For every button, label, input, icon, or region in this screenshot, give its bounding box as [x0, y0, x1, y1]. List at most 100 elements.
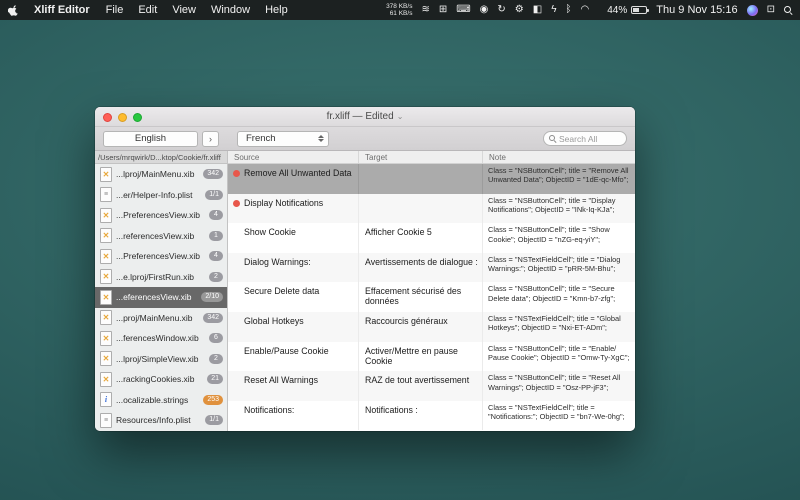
sidebar-file-item[interactable]: i ...ocalizable.strings 253	[95, 390, 227, 411]
search-input[interactable]	[559, 134, 621, 144]
file-path-bar[interactable]: /Users/mrqwirk/D...ktop/Cookie/fr.xliff	[95, 151, 227, 164]
target-cell[interactable]: Avertissements de dialogue :	[359, 253, 483, 283]
target-language-popup[interactable]: French	[237, 131, 329, 147]
source-cell[interactable]: Display Notifications	[228, 194, 359, 224]
table-row[interactable]: Dialog Warnings: Avertissements de dialo…	[228, 253, 635, 283]
user-icon[interactable]: ◉	[480, 4, 489, 15]
spotlight-search-icon[interactable]	[784, 6, 792, 14]
menu-help[interactable]: Help	[265, 4, 288, 16]
file-count-badge: 342	[203, 313, 223, 323]
file-type-icon: ✕	[100, 269, 112, 284]
box-icon[interactable]: ◧	[533, 4, 542, 15]
source-language-button[interactable]: English	[103, 131, 198, 147]
table-row[interactable]: Display Notifications Class = "NSButtonC…	[228, 194, 635, 224]
file-label: ...PreferencesView.xib	[116, 251, 205, 261]
apple-menu-icon[interactable]	[8, 4, 20, 17]
activity-icon[interactable]: ≋	[421, 4, 429, 15]
network-speed[interactable]: 378 KB/s 61 KB/s	[386, 3, 412, 17]
target-cell[interactable]: Activer/Mettre en pause Cookie	[359, 342, 483, 372]
sidebar-file-item[interactable]: ✕ ...e.lproj/FirstRun.xib 2	[95, 267, 227, 288]
sidebar-file-item[interactable]: ≡ Resources/Info.plist 1/1	[95, 410, 227, 431]
column-header-note[interactable]: Note	[483, 151, 635, 163]
column-header-target[interactable]: Target	[359, 151, 483, 163]
menu-window[interactable]: Window	[211, 4, 250, 16]
title-proxy-chevron-icon[interactable]: ⌄	[397, 112, 404, 121]
sidebar-file-item[interactable]: ✕ ...ferencesWindow.xib 6	[95, 328, 227, 349]
target-cell[interactable]: Notifications :	[359, 401, 483, 431]
sidebar-file-item[interactable]: ✕ ...lproj/MainMenu.xib 342	[95, 164, 227, 185]
file-label: ...ocalizable.strings	[116, 395, 199, 405]
bluetooth-icon[interactable]: ᛒ	[566, 4, 572, 15]
table-row[interactable]: Global Hotkeys Raccourcis généraux Class…	[228, 312, 635, 342]
menu-edit[interactable]: Edit	[138, 4, 157, 16]
target-cell[interactable]: Raccourcis généraux	[359, 312, 483, 342]
table-row[interactable]: Secure Delete data Effacement sécurisé d…	[228, 282, 635, 312]
file-type-icon: ✕	[100, 331, 112, 346]
source-cell[interactable]: Remove All Unwanted Data	[228, 164, 359, 194]
target-cell[interactable]: Afficher Cookie 5	[359, 223, 483, 253]
sidebar-file-item[interactable]: ✕ ...PreferencesView.xib 4	[95, 205, 227, 226]
menu-bar-clock[interactable]: Thu 9 Nov 15:16	[656, 4, 737, 16]
sidebar-file-item[interactable]: ✕ ...proj/MainMenu.xib 342	[95, 308, 227, 329]
note-cell: Class = "NSTextFieldCell"; title = "Dial…	[483, 253, 635, 283]
target-text: Avertissements de dialogue :	[365, 257, 478, 267]
siri-icon[interactable]	[747, 5, 758, 16]
note-text: Class = "NSButtonCell"; title = "Enable/…	[488, 344, 630, 362]
sidebar-file-item[interactable]: ✕ ...lproj/SimpleView.xib 2	[95, 349, 227, 370]
target-cell[interactable]: RAZ de tout avertissement	[359, 371, 483, 401]
source-text: Global Hotkeys	[244, 316, 304, 326]
sidebar-file-item[interactable]: ✕ ...PreferencesView.xib 4	[95, 246, 227, 267]
battery-indicator[interactable]: 44%	[607, 5, 647, 16]
table-body: Remove All Unwanted Data Class = "NSButt…	[228, 164, 635, 431]
zoom-button[interactable]	[133, 113, 142, 122]
source-cell[interactable]: Reset All Warnings	[228, 371, 359, 401]
target-cell[interactable]	[359, 194, 483, 224]
table-row[interactable]: Show Cookie Afficher Cookie 5 Class = "N…	[228, 223, 635, 253]
window-title: fr.xliff — Edited⌄	[327, 111, 404, 122]
source-cell[interactable]: Show Cookie	[228, 223, 359, 253]
translation-table: Source Target Note Remove All Unwanted D…	[228, 151, 635, 431]
file-label: ...lproj/SimpleView.xib	[116, 354, 205, 364]
active-app-name[interactable]: Xliff Editor	[34, 4, 90, 16]
table-row[interactable]: Enable/Pause Cookie Activer/Mettre en pa…	[228, 342, 635, 372]
source-cell[interactable]: Enable/Pause Cookie	[228, 342, 359, 372]
target-text: Afficher Cookie 5	[365, 227, 432, 237]
target-cell[interactable]	[359, 164, 483, 194]
target-cell[interactable]: Effacement sécurisé des données	[359, 282, 483, 312]
sidebar-file-item[interactable]: ✕ ...eferencesView.xib 2/10	[95, 287, 227, 308]
sync-icon[interactable]: ↻	[497, 4, 505, 15]
note-text: Class = "NSButtonCell"; title = "Remove …	[488, 166, 629, 184]
table-row[interactable]: Notifications: Notifications : Class = "…	[228, 401, 635, 431]
source-cell[interactable]: Global Hotkeys	[228, 312, 359, 342]
wifi-icon[interactable]: ◠	[581, 4, 590, 15]
menu-view[interactable]: View	[172, 4, 196, 16]
table-row[interactable]: Reset All Warnings RAZ de tout avertisse…	[228, 371, 635, 401]
gear-icon[interactable]: ⚙	[515, 4, 524, 15]
file-count-badge: 2	[209, 272, 223, 282]
file-label: ...rackingCookies.xib	[116, 374, 203, 384]
title-bar[interactable]: fr.xliff — Edited⌄	[95, 107, 635, 127]
bolt-icon[interactable]: ϟ	[551, 4, 556, 15]
display-icon[interactable]: ⊡	[767, 0, 775, 20]
file-count-badge: 2/10	[201, 292, 223, 302]
file-count-badge: 4	[209, 210, 223, 220]
sidebar-file-item[interactable]: ≡ ...er/Helper-Info.plist 1/1	[95, 185, 227, 206]
file-count-badge: 1/1	[205, 415, 223, 425]
menu-file[interactable]: File	[106, 4, 124, 16]
keyboard-icon[interactable]: ⌨	[456, 4, 470, 15]
table-row[interactable]: Remove All Unwanted Data Class = "NSButt…	[228, 164, 635, 194]
source-cell[interactable]: Dialog Warnings:	[228, 253, 359, 283]
source-cell[interactable]: Notifications:	[228, 401, 359, 431]
spaces-icon[interactable]: ⊞	[439, 4, 447, 15]
source-cell[interactable]: Secure Delete data	[228, 282, 359, 312]
sidebar-file-item[interactable]: ✕ ...rackingCookies.xib 21	[95, 369, 227, 390]
target-text: Notifications :	[365, 405, 418, 415]
minimize-button[interactable]	[118, 113, 127, 122]
file-type-icon: ✕	[100, 249, 112, 264]
direction-arrow-button[interactable]: ›	[202, 131, 219, 147]
file-label: ...er/Helper-Info.plist	[116, 190, 201, 200]
note-cell: Class = "NSButtonCell"; title = "Show Co…	[483, 223, 635, 253]
column-header-source[interactable]: Source	[228, 151, 359, 163]
close-button[interactable]	[103, 113, 112, 122]
sidebar-file-item[interactable]: ✕ ...referencesView.xib 1	[95, 226, 227, 247]
